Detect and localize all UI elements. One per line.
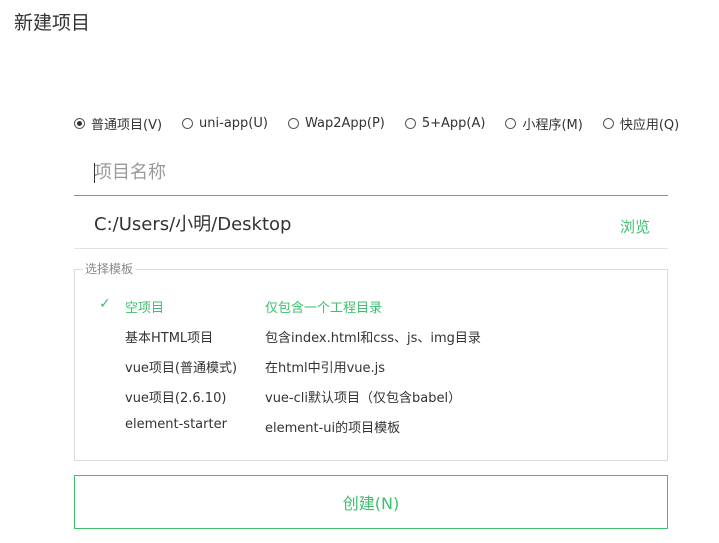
template-legend: 选择模板 [83, 261, 136, 277]
radio-unchecked-icon[interactable] [505, 117, 517, 129]
template-item-vue-cli[interactable]: vue项目(2.6.10) vue-cli默认项目（仅包含babel） [75, 380, 667, 410]
template-selector: 选择模板 ✓ 空项目 仅包含一个工程目录 基本HTML项目 包含index.ht… [74, 261, 668, 461]
project-type-mini-program[interactable]: 小程序(M) [505, 114, 583, 133]
project-type-label: 普通项目(V) [91, 117, 163, 133]
project-name-input[interactable] [94, 156, 654, 188]
template-name: element-starter [125, 417, 227, 432]
project-location-field[interactable]: C:/Users/小明/Desktop 浏览 [74, 203, 668, 249]
project-type-label: 小程序(M) [522, 117, 583, 133]
template-description: vue-cli默认项目（仅包含babel） [265, 391, 462, 406]
template-name: vue项目(2.6.10) [125, 391, 227, 406]
project-type-uni-app[interactable]: uni-app(U) [182, 116, 268, 131]
radio-unchecked-icon[interactable] [287, 117, 299, 129]
page-title: 新建项目 [14, 12, 91, 34]
new-project-dialog: 新建项目 普通项目(V) uni-app(U) Wap2App(P) 5+App… [0, 0, 719, 543]
radio-unchecked-icon[interactable] [182, 117, 194, 129]
template-item-empty[interactable]: ✓ 空项目 仅包含一个工程目录 [75, 290, 667, 320]
project-type-quick-app[interactable]: 快应用(Q) [602, 114, 680, 133]
project-type-normal[interactable]: 普通项目(V) [74, 114, 162, 133]
create-button[interactable]: 创建(N) [74, 475, 668, 529]
project-type-label: 快应用(Q) [619, 117, 680, 133]
radio-unchecked-icon[interactable] [602, 117, 614, 129]
project-name-field-wrapper [74, 150, 668, 196]
browse-button[interactable]: 浏览 [620, 216, 650, 237]
project-type-5plus-app[interactable]: 5+App(A) [404, 115, 486, 131]
radio-unchecked-icon[interactable] [404, 117, 416, 129]
template-description: element-ui的项目模板 [265, 421, 401, 436]
project-type-label: 5+App(A) [421, 115, 486, 131]
template-item-basic-html[interactable]: 基本HTML项目 包含index.html和css、js、img目录 [75, 320, 667, 350]
template-name: 空项目 [125, 301, 165, 316]
template-description: 仅包含一个工程目录 [265, 301, 383, 316]
project-type-radio-group: 普通项目(V) uni-app(U) Wap2App(P) 5+App(A) 小… [74, 112, 684, 134]
check-icon: ✓ [99, 296, 111, 312]
project-type-label: uni-app(U) [199, 115, 268, 131]
project-type-wap2app[interactable]: Wap2App(P) [287, 115, 385, 131]
project-type-label: Wap2App(P) [304, 115, 385, 131]
template-name: vue项目(普通模式) [125, 361, 238, 376]
radio-checked-icon[interactable] [74, 117, 85, 129]
project-location-path[interactable]: C:/Users/小明/Desktop [94, 213, 291, 237]
template-item-element-starter[interactable]: element-starter element-ui的项目模板 [75, 410, 667, 440]
template-name: 基本HTML项目 [125, 331, 214, 346]
text-caret [94, 163, 95, 183]
template-description: 包含index.html和css、js、img目录 [265, 331, 481, 346]
template-description: 在html中引用vue.js [265, 361, 386, 376]
template-item-vue-normal[interactable]: vue项目(普通模式) 在html中引用vue.js [75, 350, 667, 380]
